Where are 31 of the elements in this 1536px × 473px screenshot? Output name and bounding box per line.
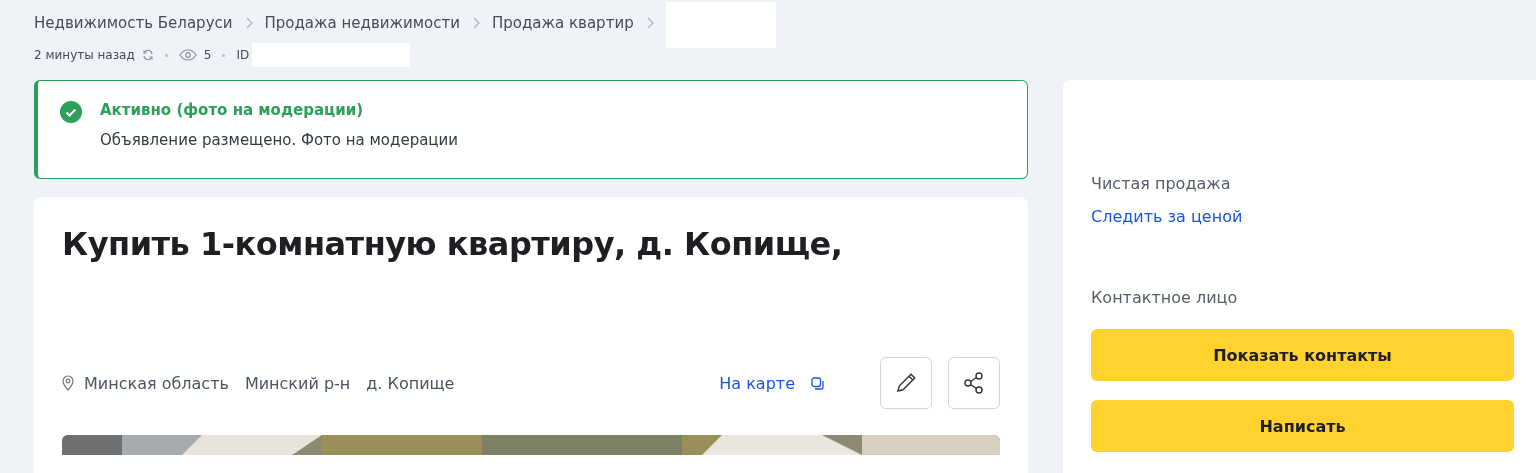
separator-dot (222, 53, 226, 57)
chevron-icon (645, 17, 654, 29)
alert-message: Объявление размещено. Фото на модерации (100, 131, 459, 149)
show-contacts-button[interactable]: Показать контакты (1091, 329, 1514, 381)
chevron-icon (244, 17, 253, 29)
watch-price-link[interactable]: Следить за ценой (1091, 207, 1514, 226)
check-circle-icon (60, 101, 82, 123)
copy-icon[interactable] (811, 376, 824, 390)
view-count: 5 (203, 48, 212, 62)
sale-type: Чистая продажа (1091, 174, 1232, 193)
edit-button[interactable] (880, 357, 932, 409)
alert-title: Активно (фото на модерации) (100, 101, 365, 119)
listing-title: Купить 1-комнатную квартиру, д. Копище, (62, 225, 844, 265)
location-text: Минская область (84, 373, 229, 393)
posted-time: 2 минуты назад (34, 48, 135, 62)
breadcrumb-link[interactable]: Продажа квартир (492, 14, 634, 32)
breadcrumb-link[interactable]: Продажа недвижимости (264, 14, 460, 32)
breadcrumb-link[interactable]: Недвижимость Беларуси (34, 14, 233, 32)
location-text: Минский р-н (244, 373, 351, 393)
id-label: ID (236, 48, 250, 62)
refresh-icon[interactable] (141, 49, 154, 61)
eye-icon (178, 49, 197, 61)
location-text: д. Копище (366, 373, 455, 393)
share-icon (963, 371, 985, 395)
location-pin-icon (62, 375, 74, 391)
separator-dot (164, 53, 168, 57)
share-button[interactable] (948, 357, 1000, 409)
chevron-icon (472, 17, 480, 29)
contact-label: Контактное лицо (1091, 288, 1239, 307)
map-link[interactable]: На карте (719, 373, 795, 393)
write-button[interactable]: Написать (1091, 400, 1514, 452)
